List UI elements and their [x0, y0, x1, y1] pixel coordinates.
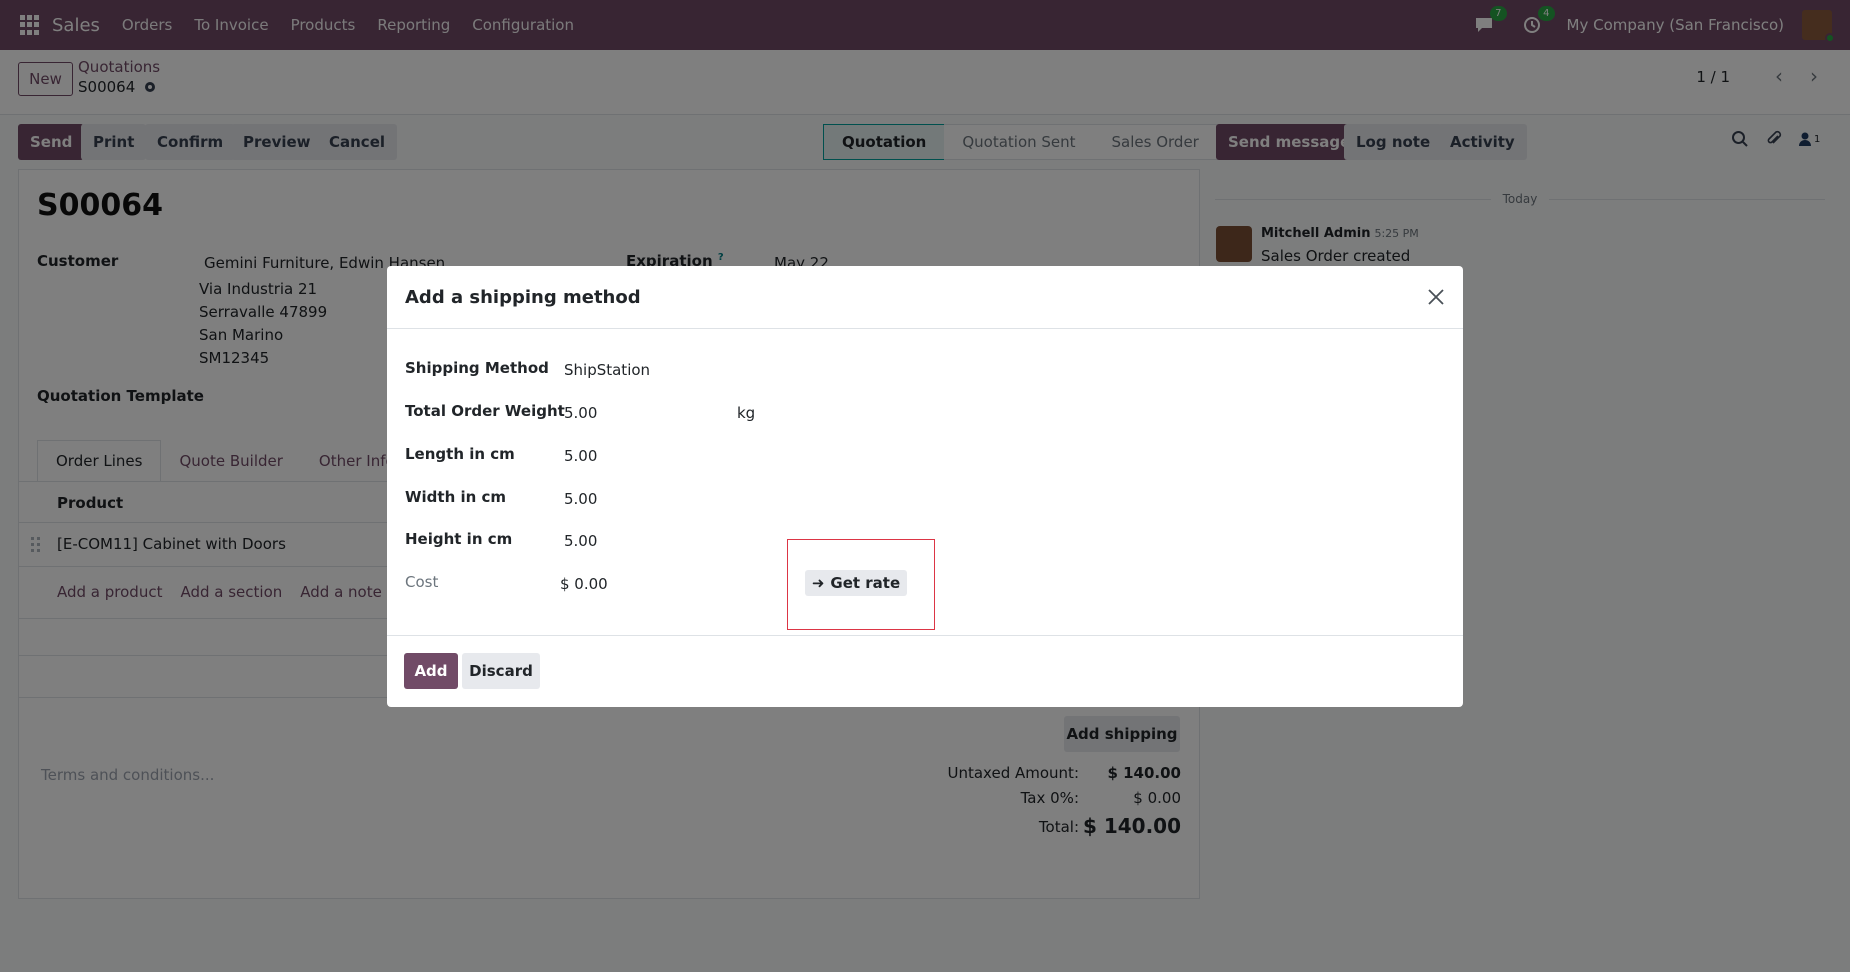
shipping-method-dialog: Add a shipping method Shipping Method Sh…: [387, 266, 1463, 707]
width-label: Width in cm: [405, 488, 507, 506]
arrow-right-icon: ➜: [811, 574, 825, 592]
shipping-method-field[interactable]: ShipStation: [564, 361, 650, 379]
modal-title: Add a shipping method: [405, 286, 641, 308]
shipping-method-label: Shipping Method: [405, 359, 549, 377]
weight-label: Total Order Weight: [405, 402, 565, 420]
cost-label: Cost: [405, 573, 439, 591]
add-button[interactable]: Add: [404, 653, 458, 689]
get-rate-label: Get rate: [830, 574, 901, 592]
weight-unit: kg: [737, 404, 756, 422]
height-field[interactable]: 5.00: [564, 532, 597, 550]
discard-button[interactable]: Discard: [462, 653, 540, 689]
length-field[interactable]: 5.00: [564, 447, 597, 465]
height-label: Height in cm: [405, 530, 513, 548]
modal-footer: Add Discard: [387, 635, 1463, 707]
length-label: Length in cm: [405, 445, 515, 463]
width-field[interactable]: 5.00: [564, 490, 597, 508]
close-icon[interactable]: [1423, 284, 1449, 310]
cost-value: $ 0.00: [560, 575, 608, 593]
modal-header: Add a shipping method: [387, 266, 1463, 329]
get-rate-button[interactable]: ➜ Get rate: [805, 570, 907, 596]
weight-field[interactable]: 5.00: [564, 404, 597, 422]
